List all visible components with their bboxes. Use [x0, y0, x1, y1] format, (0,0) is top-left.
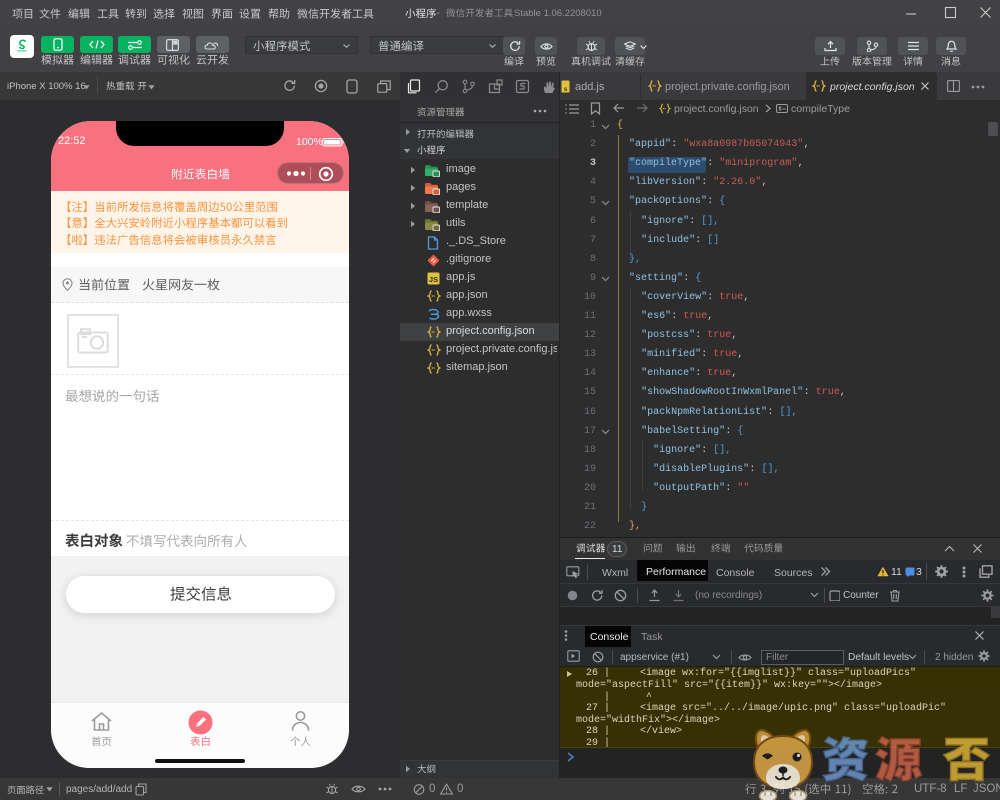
svg-text:s: s [564, 86, 568, 93]
svg-text:JS: JS [429, 275, 438, 284]
